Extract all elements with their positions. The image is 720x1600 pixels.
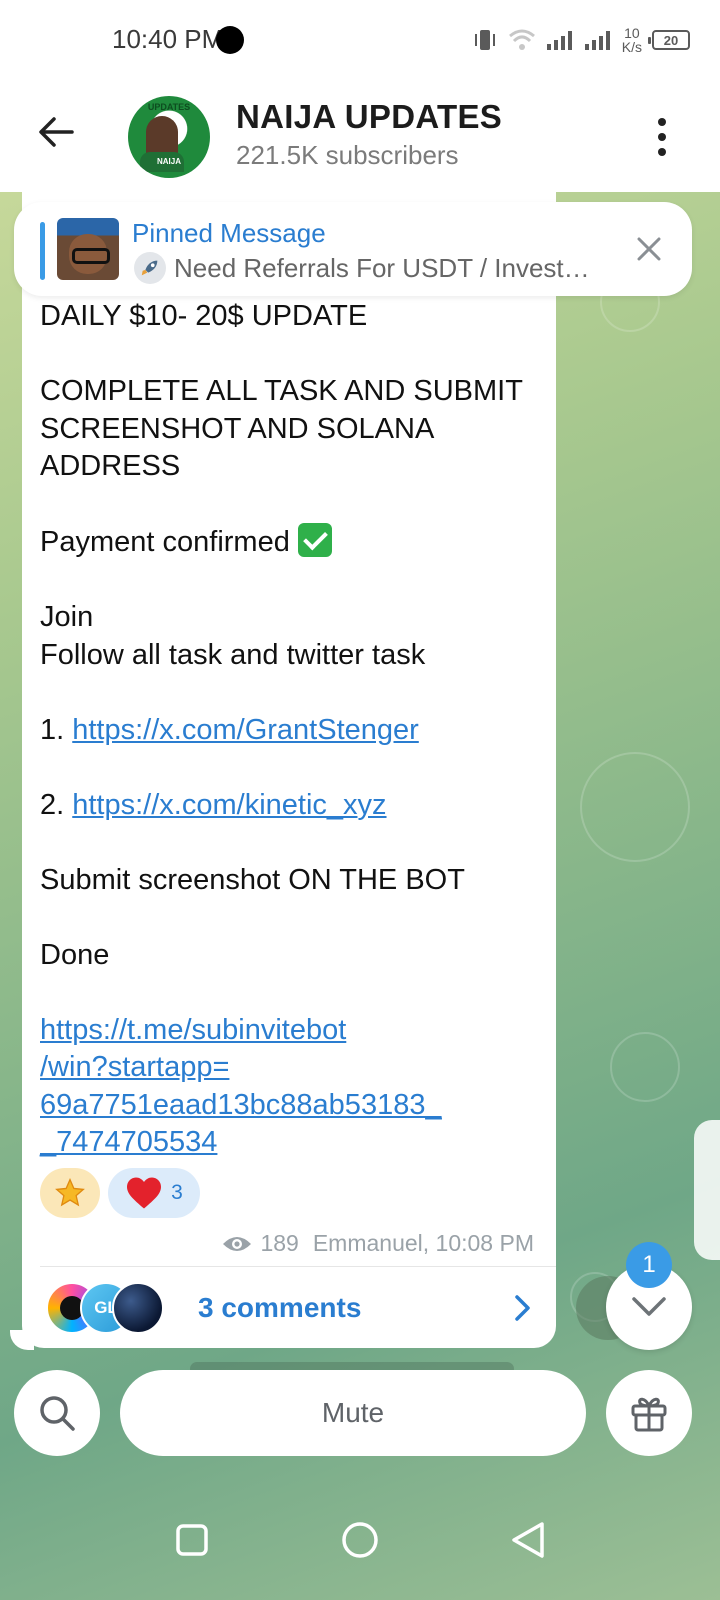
home-button[interactable] [335, 1515, 385, 1565]
check-mark-icon [297, 523, 332, 557]
list-number: 2. [40, 788, 65, 821]
message-line: Payment confirmed [40, 526, 290, 558]
avatar-badge-text: NAIJA [156, 157, 181, 166]
gift-button[interactable] [606, 1370, 692, 1456]
reaction-heart[interactable]: 3 [108, 1168, 200, 1218]
back-nav-button[interactable] [503, 1515, 553, 1565]
pinned-message-bar[interactable]: Pinned Message Need Referrals For USDT /… [14, 202, 692, 296]
message-line: Submit screenshot ON THE BOT [40, 863, 465, 896]
system-nav-bar [0, 1480, 720, 1600]
gift-icon [631, 1397, 667, 1432]
heart-icon [127, 1177, 162, 1209]
recents-button[interactable] [167, 1515, 217, 1565]
list-number: 1. [40, 713, 65, 746]
message-line: Done [40, 938, 110, 971]
pinned-indicator [40, 222, 45, 280]
wallpaper-doodle [580, 752, 690, 862]
pinned-thumbnail [57, 218, 119, 280]
message-text: DAILY $10- 20$ UPDATE COMPLETE ALL TASK … [40, 298, 550, 1162]
signal-icon [546, 31, 572, 50]
comments-label: 3 comments [198, 1292, 362, 1323]
wallpaper-doodle [610, 1032, 680, 1102]
rocket-icon [134, 252, 166, 284]
avatar-caption: UPDATES [147, 102, 191, 112]
message-line: COMPLETE ALL TASK AND SUBMIT SCREENSHOT … [40, 375, 531, 482]
message-bubble[interactable]: DAILY $10- 20$ UPDATE COMPLETE ALL TASK … [22, 190, 556, 1348]
status-time: 10:40 PM [112, 24, 224, 54]
mute-button[interactable]: Mute [120, 1370, 586, 1456]
pinned-text: Need Referrals For USDT / Invest… [174, 252, 590, 283]
channel-avatar[interactable]: UPDATES NAIJA [128, 96, 210, 178]
twitter-link-1[interactable]: https://x.com/GrantStenger [72, 714, 419, 746]
network-speed: 10 K/s [622, 26, 642, 54]
unread-badge: 1 [626, 1242, 672, 1288]
avatar [112, 1282, 164, 1334]
channel-title[interactable]: NAIJA UPDATES [236, 98, 502, 136]
pinned-title: Pinned Message [132, 218, 326, 248]
more-options-button[interactable] [642, 112, 682, 162]
network-speed-value: 10 [624, 25, 640, 41]
comments-button[interactable]: GL 3 comments [40, 1278, 538, 1338]
square-icon [176, 1524, 208, 1556]
star-icon [55, 1178, 85, 1207]
message-line: Follow all task and twitter task [40, 638, 426, 671]
status-bar: 10:40 PM 10 K/s 20 [0, 0, 720, 82]
chat-header: UPDATES NAIJA NAIJA UPDATES 221.5K subsc… [0, 82, 720, 192]
side-panel-edge [694, 1120, 720, 1260]
menu-dot-icon [658, 118, 666, 126]
menu-dot-icon [658, 148, 666, 156]
network-speed-unit: K/s [621, 39, 642, 55]
triangle-back-icon [512, 1522, 544, 1558]
circle-icon [342, 1522, 378, 1558]
author-time: Emmanuel, 10:08 PM [312, 1230, 534, 1256]
divider [40, 1266, 556, 1267]
chevron-down-icon [632, 1297, 666, 1316]
battery-icon: 20 [648, 30, 690, 50]
menu-dot-icon [658, 133, 666, 141]
chevron-right-icon [515, 1295, 530, 1321]
message-meta: 189 Emmanuel, 10:08 PM [222, 1230, 534, 1257]
close-pinned-button[interactable] [628, 228, 670, 270]
pinned-preview: Need Referrals For USDT / Invest… [134, 252, 604, 284]
vibrate-icon [474, 30, 495, 50]
message-line: Join [40, 601, 94, 633]
arrow-left-icon [39, 117, 74, 147]
search-icon [40, 1396, 75, 1431]
reaction-count: 3 [171, 1181, 183, 1204]
reactions: 3 [40, 1168, 200, 1218]
signal-2-icon [584, 31, 610, 50]
twitter-link-2[interactable]: https://x.com/kinetic_xyz [72, 789, 386, 821]
commenter-avatars: GL [40, 1282, 164, 1334]
reaction-star[interactable] [40, 1168, 100, 1218]
status-icons: 10 K/s 20 [472, 22, 690, 58]
search-button[interactable] [14, 1370, 100, 1456]
eye-icon [223, 1236, 252, 1251]
wifi-icon [508, 29, 535, 50]
bot-link[interactable]: https://t.me/subinvitebot /win?startapp=… [40, 1014, 442, 1159]
view-count: 189 [260, 1230, 299, 1256]
camera-cutout [216, 26, 244, 54]
subscriber-count: 221.5K subscribers [236, 140, 459, 170]
close-icon [637, 237, 661, 261]
message-line: DAILY $10- 20$ UPDATE [40, 300, 368, 332]
back-button[interactable] [30, 106, 82, 158]
